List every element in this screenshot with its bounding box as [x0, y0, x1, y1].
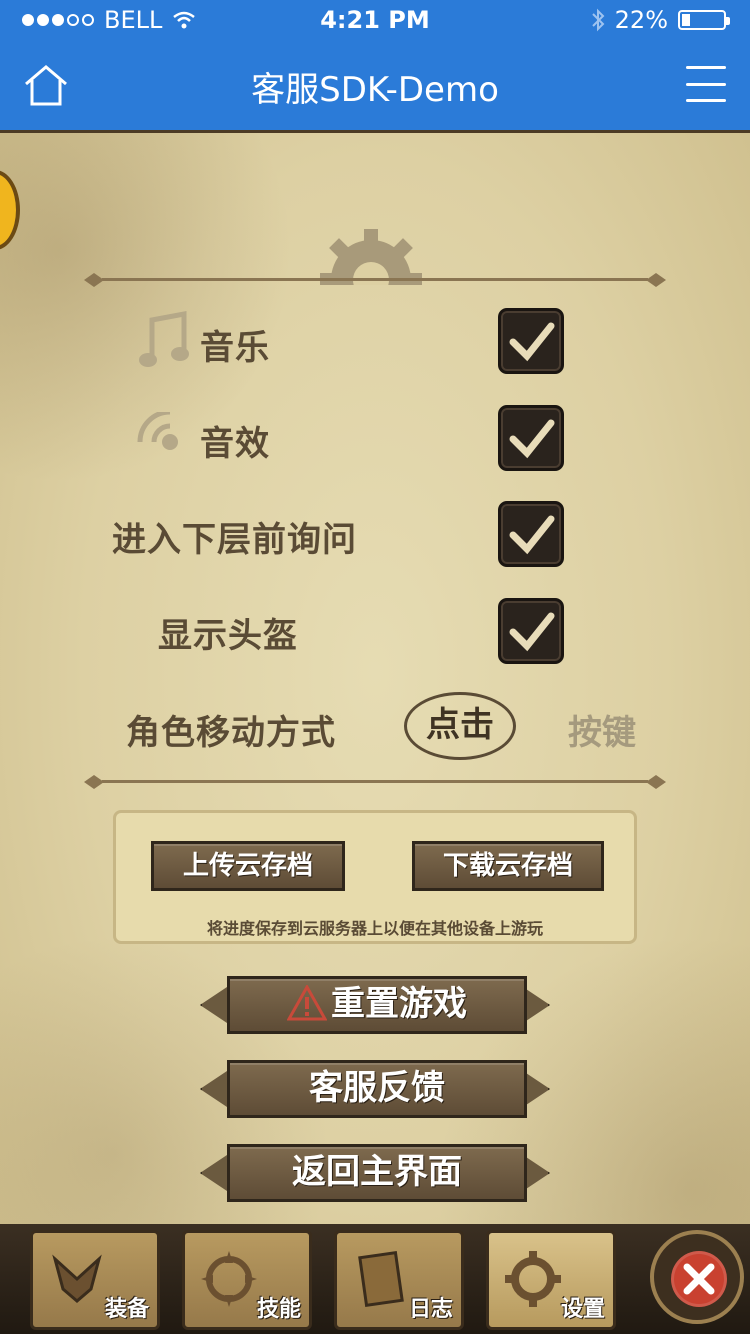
move-mode-label: 角色移动方式: [126, 713, 336, 753]
sound-effects-checkbox[interactable]: [498, 405, 564, 471]
panel-top-border: [0, 130, 750, 160]
page-title: 客服SDK-Demo: [251, 70, 499, 110]
tab-equipment[interactable]: 装备: [30, 1230, 160, 1330]
tab-settings[interactable]: 设置: [486, 1230, 616, 1330]
tab-log[interactable]: 日志: [334, 1230, 464, 1330]
reset-game-button[interactable]: 重置游戏: [227, 976, 527, 1034]
bluetooth-icon: [591, 8, 605, 32]
music-checkbox[interactable]: [498, 308, 564, 374]
sound-effects-label: 音效: [200, 424, 270, 464]
support-left-ornament: [200, 1069, 230, 1109]
battery-group: 22%: [591, 6, 730, 34]
cloud-save-note: 将进度保存到云服务器上以便在其他设备上游玩: [206, 919, 543, 938]
main-menu-left-ornament: [200, 1153, 230, 1193]
skill-icon: [201, 1251, 257, 1307]
ask-before-next-floor-label: 进入下层前询问: [112, 520, 357, 560]
top-divider: [84, 270, 666, 290]
tab-skills-label: 技能: [256, 1297, 301, 1322]
tab-equipment-label: 装备: [104, 1297, 149, 1322]
close-button[interactable]: [650, 1230, 744, 1324]
bottom-toolbar: 装备 技能 日志 设置: [0, 1224, 750, 1334]
equipment-icon: [52, 1254, 102, 1303]
show-helmet-label: 显示头盔: [158, 616, 298, 656]
close-icon: [671, 1251, 727, 1307]
warning-icon: [286, 983, 328, 1021]
coin-icon[interactable]: [0, 170, 20, 250]
music-label: 音乐: [200, 328, 270, 368]
navigation-bar: 客服SDK-Demo: [0, 40, 750, 130]
status-bar: BELL 4:21 PM 22%: [0, 0, 750, 40]
cloud-save-panel: 上传云存档 下载云存档 将进度保存到云服务器上以便在其他设备上游玩: [113, 810, 637, 944]
tab-settings-label: 设置: [560, 1297, 605, 1322]
ask-before-next-floor-checkbox[interactable]: [498, 501, 564, 567]
battery-percent: 22%: [614, 6, 668, 34]
show-helmet-checkbox[interactable]: [498, 598, 564, 664]
tab-log-label: 日志: [408, 1297, 453, 1322]
move-mode-key-option[interactable]: 按键: [568, 705, 636, 754]
reset-game-label: 重置游戏: [331, 984, 467, 1024]
move-mode-click-option[interactable]: 点击: [404, 692, 516, 760]
upload-cloud-save-button[interactable]: 上传云存档: [151, 841, 345, 891]
reset-left-ornament: [200, 985, 230, 1025]
customer-support-button[interactable]: 客服反馈: [227, 1060, 527, 1118]
game-settings-panel: 音乐 音效 进入下层前询问 显示头盔 角色移动方式 点击 按键 上传云存档 下载…: [0, 130, 750, 1334]
sound-wave-icon: [137, 412, 178, 450]
music-note-icon: [139, 310, 189, 367]
settings-gear-icon: [505, 1251, 561, 1307]
download-cloud-save-button[interactable]: 下载云存档: [412, 841, 604, 891]
bottom-divider: [84, 772, 666, 792]
tab-skills[interactable]: 技能: [182, 1230, 312, 1330]
battery-icon: [678, 10, 730, 30]
return-main-menu-button[interactable]: 返回主界面: [227, 1144, 527, 1202]
menu-icon[interactable]: [686, 66, 726, 102]
log-icon: [358, 1251, 404, 1307]
